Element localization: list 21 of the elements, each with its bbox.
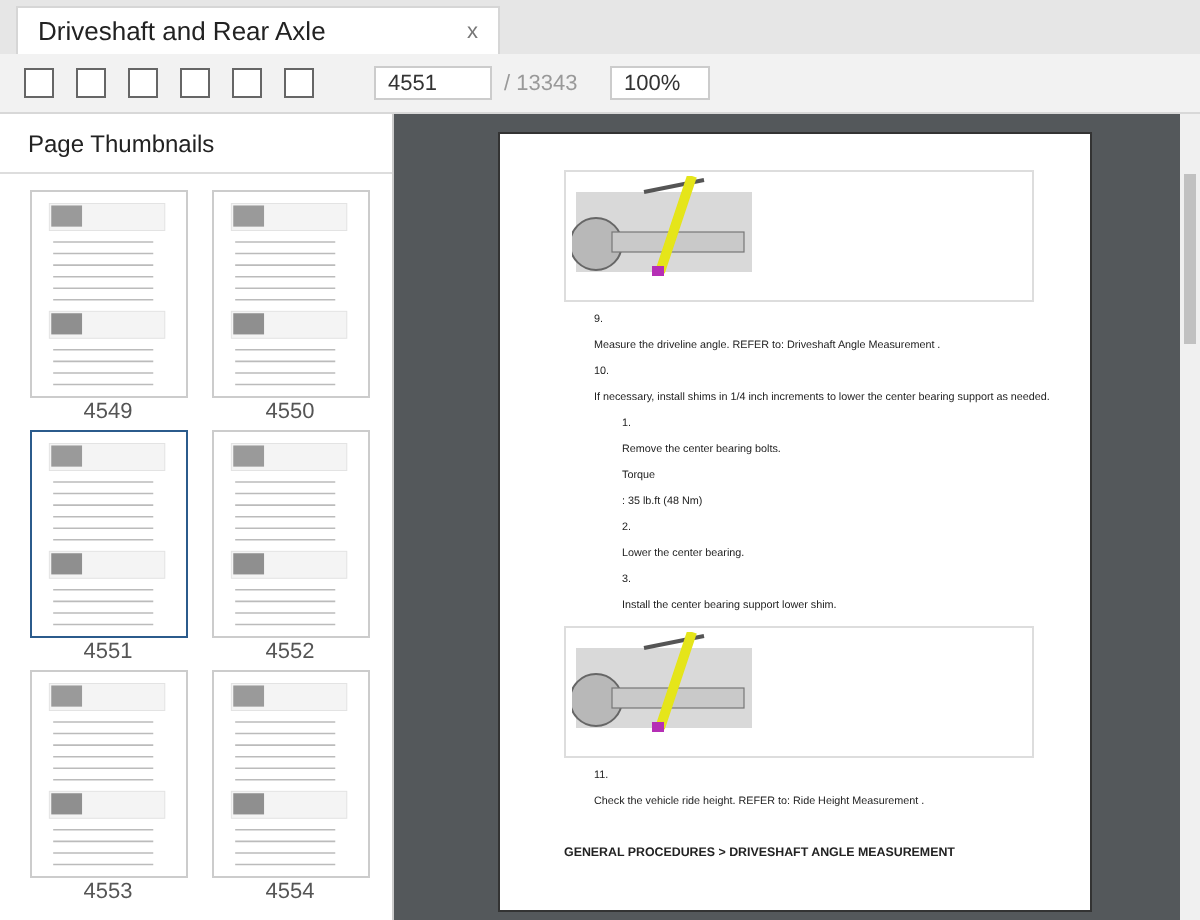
toolbar-button[interactable] bbox=[180, 68, 210, 98]
thumbnail-page-number: 4553 bbox=[83, 882, 133, 904]
toolbar-button[interactable] bbox=[76, 68, 106, 98]
toolbar-button[interactable] bbox=[284, 68, 314, 98]
thumbnail-page-number: 4554 bbox=[265, 882, 315, 904]
thumbnail-page-number: 4549 bbox=[83, 402, 133, 424]
toolbar-button[interactable] bbox=[232, 68, 262, 98]
page-count: / 13343 bbox=[504, 71, 580, 95]
page-number-field[interactable]: 4551 bbox=[374, 66, 492, 100]
sidebar-title: Page Thumbnails bbox=[28, 129, 215, 157]
scrollbar-thumb[interactable] bbox=[1184, 174, 1196, 344]
thumbnail-page-number: 4552 bbox=[265, 642, 315, 664]
zoom-field[interactable]: 100% bbox=[610, 66, 710, 100]
tab-title: Driveshaft and Rear Axle bbox=[38, 16, 326, 46]
thumbnail-page-number: 4551 bbox=[83, 642, 133, 664]
toolbar-button[interactable] bbox=[128, 68, 158, 98]
document-tab[interactable]: Driveshaft and Rear Axle x bbox=[16, 6, 500, 54]
toolbar-button[interactable] bbox=[24, 68, 54, 98]
close-tab-button[interactable]: x bbox=[467, 19, 478, 43]
scrollbar[interactable] bbox=[1180, 114, 1200, 920]
thumbnail-page-number: 4550 bbox=[265, 402, 315, 424]
